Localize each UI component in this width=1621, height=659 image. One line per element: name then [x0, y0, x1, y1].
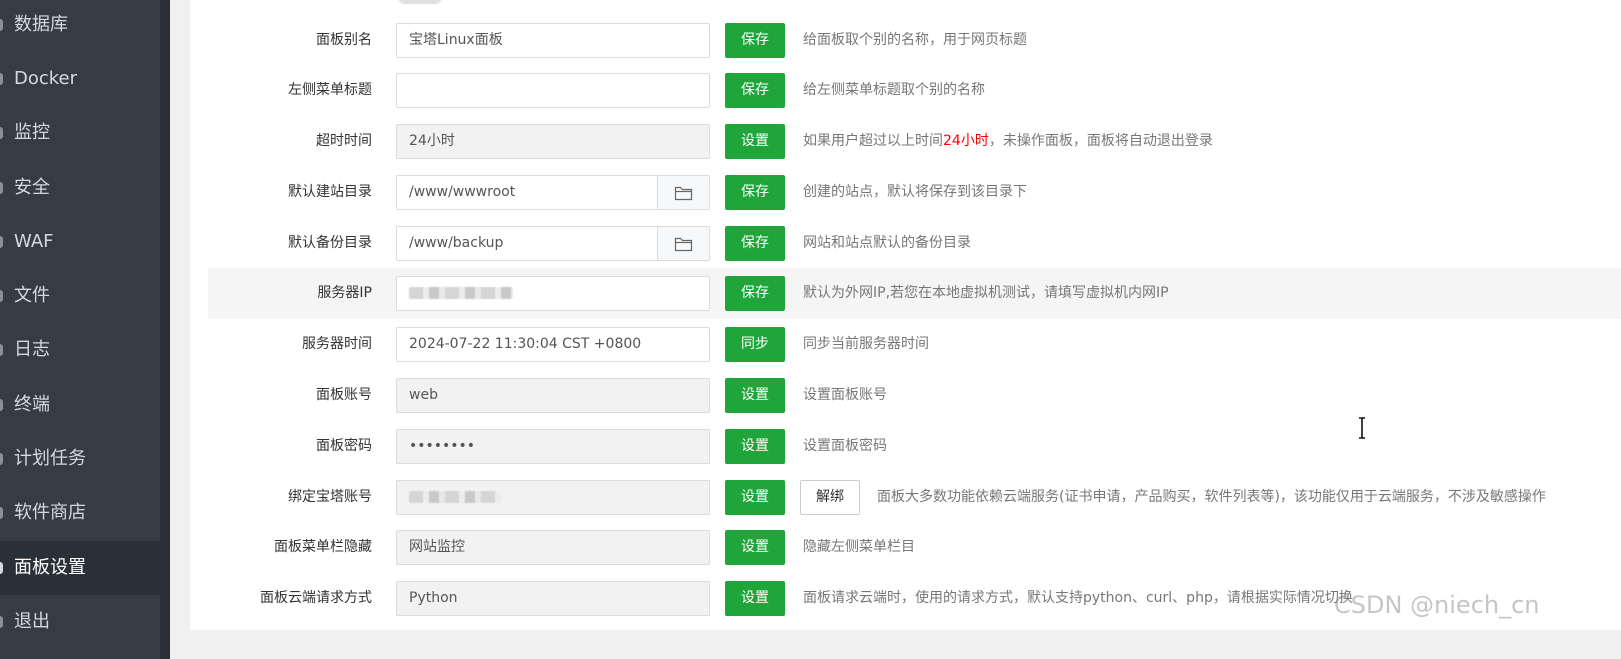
- sidebar-item-terminal[interactable]: 终端: [0, 378, 160, 432]
- sidebar-item-label: 计划任务: [14, 448, 86, 469]
- setting-description: 创建的站点，默认将保存到该目录下: [803, 184, 1027, 200]
- toggle-switch[interactable]: [398, 0, 442, 4]
- sidebar-item-label: 日志: [14, 339, 50, 360]
- save-button[interactable]: 保存: [725, 23, 785, 58]
- setting-description: 网站和站点默认的备份目录: [803, 235, 971, 251]
- setting-label: 绑定宝塔账号: [288, 489, 372, 505]
- setting-row-timeout: 超时时间 24小时 设置 如果用户超过以上时间24小时，未操作面板，面板将自动退…: [208, 116, 1621, 167]
- setting-description: 默认为外网IP,若您在本地虚拟机测试，请填写虚拟机内网IP: [803, 285, 1169, 301]
- panel-account-input[interactable]: web: [396, 378, 710, 413]
- setting-description: 给左侧菜单标题取个别的名称: [803, 82, 985, 98]
- set-button[interactable]: 设置: [725, 530, 785, 565]
- folder-picker-button[interactable]: [657, 175, 710, 210]
- save-button[interactable]: 保存: [725, 73, 785, 108]
- cloud-request-input[interactable]: Python: [396, 581, 710, 616]
- sidebar-item-files[interactable]: 文件: [0, 269, 160, 323]
- sidebar-item-waf[interactable]: WAF: [0, 215, 160, 269]
- sidebar-item-label: 文件: [14, 285, 50, 306]
- setting-description: 同步当前服务器时间: [803, 336, 929, 352]
- sidebar-item-label: 监控: [14, 122, 50, 143]
- save-button[interactable]: 保存: [725, 175, 785, 210]
- menu-hide-input[interactable]: 网站监控: [396, 530, 710, 565]
- setting-row-menu-title: 左侧菜单标题 保存 给左侧菜单标题取个别的名称: [208, 65, 1621, 116]
- setting-row-site-dir: 默认建站目录 /www/wwwroot 保存 创建的站点，默认将保存到该目录下: [208, 167, 1621, 218]
- desc-text: 如果用户超过以上时间: [803, 133, 943, 149]
- setting-row-panel-alias: 面板别名 宝塔Linux面板 保存 给面板取个别的名称，用于网页标题: [208, 15, 1621, 66]
- sidebar-item-panel-settings[interactable]: 面板设置: [0, 541, 160, 595]
- setting-label: 服务器IP: [317, 285, 372, 301]
- folder-icon: [674, 237, 693, 251]
- setting-row-panel-password: 面板密码 •••••••• 设置 设置面板密码: [208, 421, 1621, 472]
- setting-row-bind-account: 绑定宝塔账号 设置 解绑 面板大多数功能依赖云端服务(证书申请，产品购买，软件列…: [208, 472, 1621, 523]
- setting-label: 默认备份目录: [288, 235, 372, 251]
- set-button[interactable]: 设置: [725, 124, 785, 159]
- setting-label: 面板账号: [316, 387, 372, 403]
- site-dir-input[interactable]: /www/wwwroot: [396, 175, 658, 210]
- setting-description: 隐藏左侧菜单栏目: [803, 539, 915, 555]
- desc-text: ，未操作面板，面板将自动退出登录: [988, 133, 1213, 149]
- sidebar-item-logout[interactable]: 退出: [0, 595, 160, 649]
- setting-label: 面板别名: [316, 32, 372, 48]
- sidebar-item-logs[interactable]: 日志: [0, 323, 160, 377]
- sidebar-item-label: 面板设置: [14, 557, 86, 578]
- setting-description: 给面板取个别的名称，用于网页标题: [803, 32, 1027, 48]
- sidebar: 数据库 Docker 监控 安全 WAF 文件 日志 终端 计划任务 软件商店 …: [0, 0, 160, 659]
- sidebar-item-docker[interactable]: Docker: [0, 52, 160, 106]
- server-time-input[interactable]: 2024-07-22 11:30:04 CST +0800: [396, 327, 710, 362]
- setting-description: 面板请求云端时，使用的请求方式，默认支持python、curl、php，请根据实…: [803, 590, 1353, 606]
- sidebar-item-security[interactable]: 安全: [0, 161, 160, 215]
- timeout-highlight: 24小时: [943, 133, 989, 149]
- sidebar-divider: [160, 0, 170, 659]
- setting-row-server-ip: 服务器IP 保存 默认为外网IP,若您在本地虚拟机测试，请填写虚拟机内网IP: [208, 268, 1621, 319]
- setting-row-backup-dir: 默认备份目录 /www/backup 保存 网站和站点默认的备份目录: [208, 218, 1621, 269]
- setting-label: 超时时间: [316, 133, 372, 149]
- sidebar-item-cron[interactable]: 计划任务: [0, 432, 160, 486]
- save-button[interactable]: 保存: [725, 276, 785, 311]
- folder-icon: [674, 186, 693, 200]
- backup-dir-input[interactable]: /www/backup: [396, 226, 658, 261]
- text-cursor-icon: [1359, 417, 1365, 439]
- setting-description: 设置面板密码: [803, 438, 887, 454]
- panel-alias-input[interactable]: 宝塔Linux面板: [396, 23, 710, 58]
- folder-picker-button[interactable]: [657, 226, 710, 261]
- setting-row-menu-hide: 面板菜单栏隐藏 网站监控 设置 隐藏左侧菜单栏目: [208, 522, 1621, 573]
- unbind-button[interactable]: 解绑: [800, 480, 860, 515]
- setting-label: 面板密码: [316, 438, 372, 454]
- setting-row-panel-account: 面板账号 web 设置 设置面板账号: [208, 370, 1621, 421]
- sidebar-item-app-store[interactable]: 软件商店: [0, 486, 160, 540]
- sync-button[interactable]: 同步: [725, 327, 785, 362]
- redacted-value: [409, 491, 501, 503]
- bound-account-input[interactable]: [396, 480, 710, 515]
- setting-label: 服务器时间: [302, 336, 372, 352]
- set-button[interactable]: 设置: [725, 480, 785, 515]
- watermark: CSDN @niech_cn: [1334, 591, 1540, 619]
- set-button[interactable]: 设置: [725, 429, 785, 464]
- setting-label: 默认建站目录: [288, 184, 372, 200]
- set-button[interactable]: 设置: [725, 581, 785, 616]
- setting-label: 面板云端请求方式: [260, 590, 372, 606]
- menu-title-input[interactable]: [396, 73, 710, 108]
- save-button[interactable]: 保存: [725, 226, 785, 261]
- sidebar-item-label: WAF: [14, 231, 54, 252]
- panel-password-input[interactable]: ••••••••: [396, 429, 710, 464]
- set-button[interactable]: 设置: [725, 378, 785, 413]
- setting-description: 设置面板账号: [803, 387, 887, 403]
- sidebar-item-label: Docker: [14, 68, 78, 89]
- sidebar-item-database[interactable]: 数据库: [0, 0, 160, 52]
- sidebar-item-label: 退出: [14, 611, 50, 632]
- sidebar-item-label: 软件商店: [14, 502, 86, 523]
- sidebar-item-monitor[interactable]: 监控: [0, 106, 160, 160]
- setting-row-server-time: 服务器时间 2024-07-22 11:30:04 CST +0800 同步 同…: [208, 319, 1621, 370]
- setting-label: 左侧菜单标题: [288, 82, 372, 98]
- setting-label: 面板菜单栏隐藏: [274, 539, 372, 555]
- sidebar-item-label: 安全: [14, 177, 50, 198]
- setting-description: 面板大多数功能依赖云端服务(证书申请，产品购买，软件列表等)，该功能仅用于云端服…: [877, 489, 1546, 505]
- sidebar-item-label: 终端: [14, 394, 50, 415]
- redacted-value: [409, 287, 513, 299]
- sidebar-item-label: 数据库: [14, 14, 68, 35]
- setting-description: 如果用户超过以上时间24小时，未操作面板，面板将自动退出登录: [803, 116, 1213, 167]
- server-ip-input[interactable]: [396, 276, 710, 311]
- timeout-input[interactable]: 24小时: [396, 124, 710, 159]
